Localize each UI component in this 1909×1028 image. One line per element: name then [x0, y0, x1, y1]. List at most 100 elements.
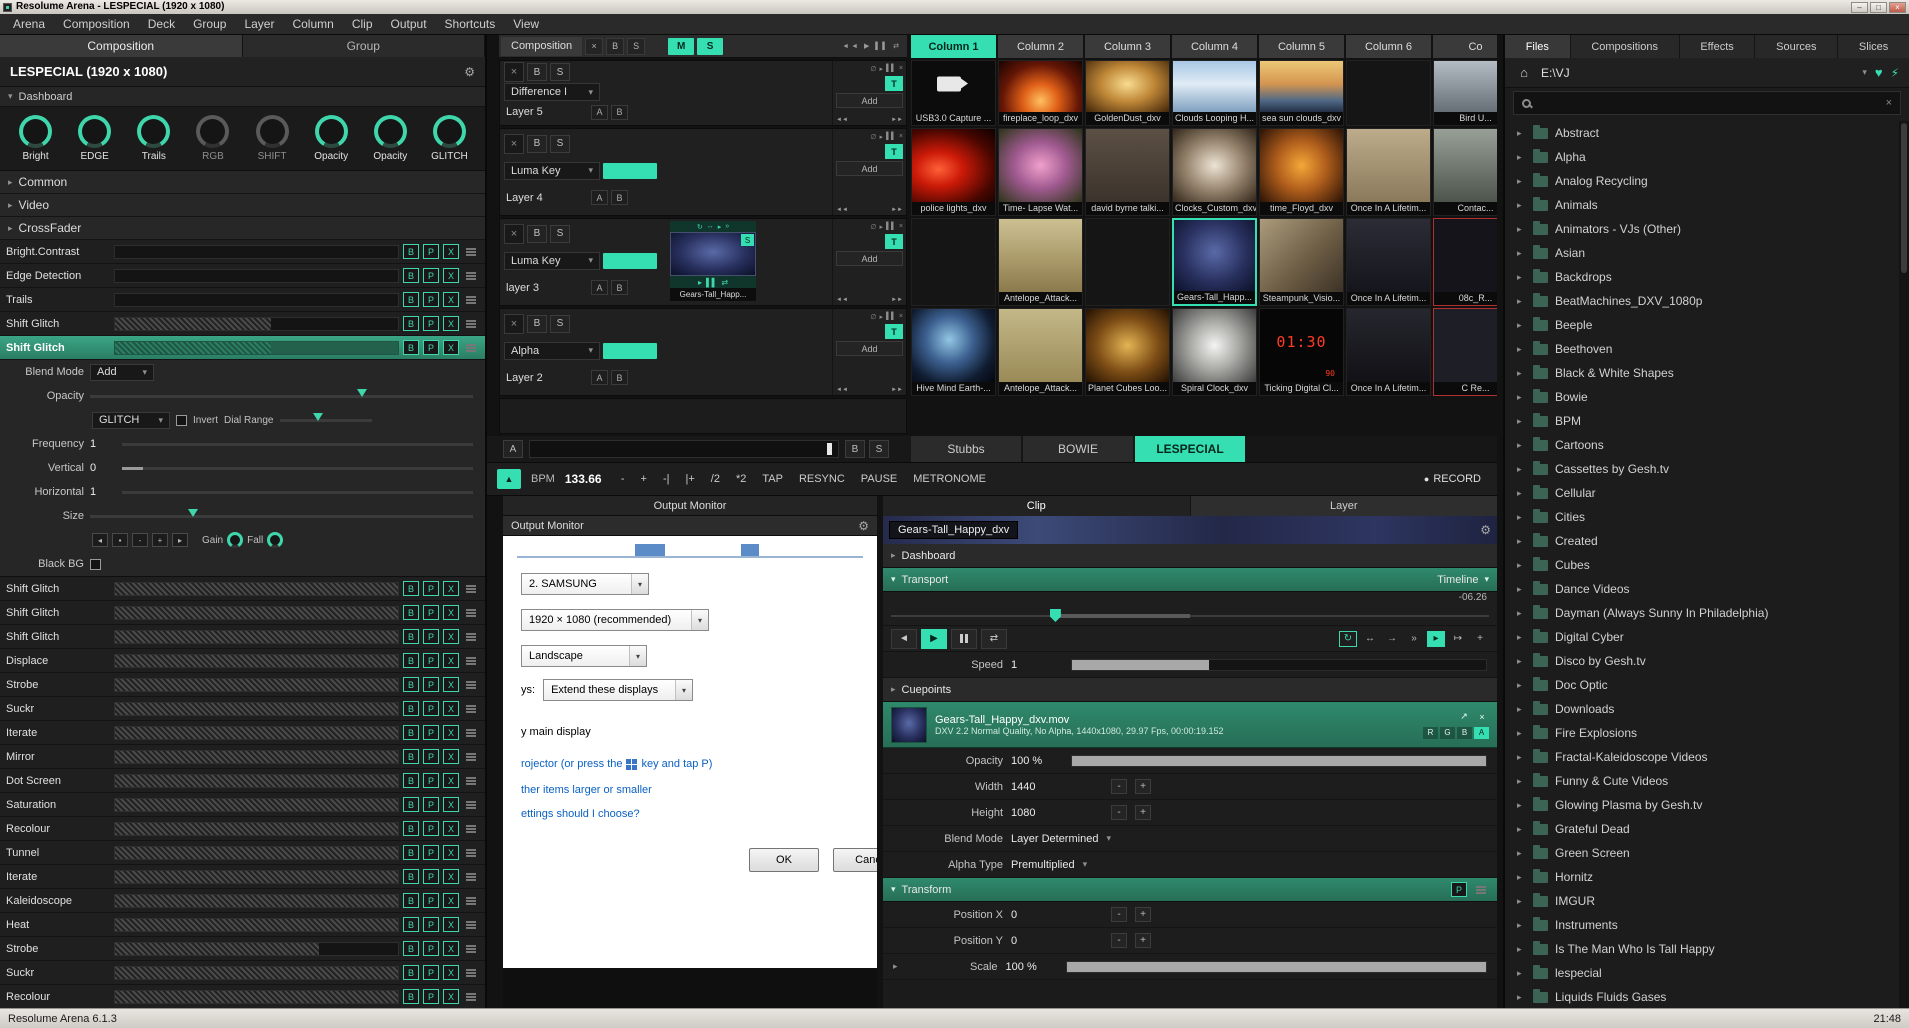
menu-icon[interactable]	[466, 588, 476, 590]
decrement-button[interactable]: -	[1111, 779, 1127, 794]
bpm-button[interactable]: *2	[736, 473, 746, 485]
pick-button[interactable]: P	[423, 893, 439, 908]
layer-name[interactable]: layer 3	[504, 282, 588, 294]
opacity-slider[interactable]	[1071, 755, 1487, 767]
clip-cell[interactable]: time_Floyd_dxv	[1259, 128, 1344, 216]
effect-slider[interactable]	[114, 245, 399, 259]
pick-button[interactable]: P	[423, 941, 439, 956]
effect-slider[interactable]	[114, 606, 399, 620]
effect-slider[interactable]	[114, 269, 399, 283]
column-header[interactable]: Column 3	[1085, 35, 1170, 58]
dashboard-knob[interactable]: RGB	[190, 115, 236, 162]
knob-dial[interactable]	[374, 115, 407, 148]
folder-row[interactable]: ▸ Cities	[1505, 505, 1899, 529]
pick-button[interactable]: P	[423, 340, 439, 355]
clip-cell[interactable]: 08c_R...	[1433, 218, 1497, 306]
add-clip-button[interactable]: Add	[836, 251, 903, 266]
minimize-button[interactable]: –	[1851, 2, 1868, 13]
loop-icon[interactable]: ↻	[1339, 631, 1357, 647]
bpm-button[interactable]: -	[621, 473, 625, 485]
bpm-button[interactable]: TAP	[762, 473, 783, 485]
folder-row[interactable]: ▸ Cassettes by Gesh.tv	[1505, 457, 1899, 481]
active-clip-preview[interactable]: ↻↔▸» S ▸▌▌⇄ Gears-Tall_Happ...	[670, 221, 756, 303]
chevron-right-icon[interactable]: ▸	[1517, 368, 1529, 379]
clip-cell[interactable]: police lights_dxv	[911, 128, 996, 216]
effect-row[interactable]: Bright.Contrast B P X	[0, 240, 485, 264]
bypass-button[interactable]: B	[403, 773, 419, 788]
opacity-value[interactable]: 100 %	[1011, 755, 1063, 767]
menu-item[interactable]: Clip	[343, 14, 382, 34]
folder-row[interactable]: ▸ Cartoons	[1505, 433, 1899, 457]
bypass-button[interactable]: B	[403, 989, 419, 1004]
pick-button[interactable]: P	[423, 677, 439, 692]
chevron-right-icon[interactable]: ▸	[1517, 608, 1529, 619]
resolution-select[interactable]: 1920 × 1080 (recommended)▾	[521, 609, 709, 631]
remove-button[interactable]: X	[443, 316, 459, 331]
menu-item[interactable]: Shortcuts	[436, 14, 505, 34]
folder-row[interactable]: ▸ Created	[1505, 529, 1899, 553]
layer-mini-icons[interactable]: ∅▸▌▌×	[836, 131, 903, 142]
solo-composition-button[interactable]: S	[627, 38, 645, 55]
heart-icon[interactable]: ♥	[1875, 65, 1883, 80]
chevron-right-icon[interactable]: ▸	[1517, 320, 1529, 331]
clip-cell[interactable]: Hive Mind Earth-...	[911, 308, 996, 396]
skip-icons[interactable]: ◄◄►►	[836, 207, 903, 213]
effect-row[interactable]: Suckr B P X	[0, 697, 485, 721]
layer-name[interactable]: Layer 4	[504, 192, 588, 204]
folder-row[interactable]: ▸ Asian	[1505, 241, 1899, 265]
pick-button[interactable]: P	[423, 653, 439, 668]
solo-layer-button[interactable]: S	[550, 315, 570, 333]
bypass-button[interactable]: B	[403, 340, 419, 355]
bypass-button[interactable]: B	[403, 725, 419, 740]
bpm-button[interactable]: RESYNC	[799, 473, 845, 485]
folder-row[interactable]: ▸ Funny & Cute Videos	[1505, 769, 1899, 793]
increment-button[interactable]: +	[1135, 907, 1151, 922]
solo-layer-button[interactable]: S	[550, 63, 570, 81]
dashboard-knob[interactable]: Bright	[13, 115, 59, 162]
close-icon[interactable]: ×	[585, 38, 603, 55]
folder-row[interactable]: ▸ Animals	[1505, 193, 1899, 217]
clip-cell[interactable]: Steampunk_Visio...	[1259, 218, 1344, 306]
bypass-button[interactable]: B	[403, 845, 419, 860]
chevron-right-icon[interactable]: ▸	[1517, 824, 1529, 835]
knob-dial[interactable]	[196, 115, 229, 148]
knob-dial[interactable]	[433, 115, 466, 148]
clip-cell[interactable]: david byrne talki...	[1085, 128, 1170, 216]
clip-cell[interactable]: Time- Lapse Wat...	[998, 128, 1083, 216]
menu-item[interactable]: Group	[184, 14, 235, 34]
bpm-button[interactable]: |+	[685, 473, 694, 485]
vertical-slider[interactable]	[122, 467, 473, 470]
effect-slider[interactable]	[114, 798, 399, 812]
clip-loop-icons[interactable]: ↻↔▸»	[670, 221, 756, 232]
menu-icon[interactable]	[466, 876, 476, 878]
bypass-button[interactable]: B	[403, 268, 419, 283]
add-clip-button[interactable]: Add	[836, 93, 903, 108]
close-button[interactable]: ×	[1889, 2, 1906, 13]
layer-name[interactable]: Layer 5	[504, 106, 588, 118]
bpm-button[interactable]: METRONOME	[913, 473, 986, 485]
crossfader-s-button[interactable]: S	[869, 440, 889, 458]
pick-button[interactable]: P	[423, 797, 439, 812]
blend-mode-select[interactable]: Layer Determined ▾	[1011, 833, 1111, 845]
clip-cell[interactable]: Spiral Clock_dxv	[1172, 308, 1257, 396]
width-value[interactable]: 1440	[1011, 781, 1063, 793]
menu-icon[interactable]	[466, 684, 476, 686]
dashboard-knob[interactable]: SHIFT	[249, 115, 295, 162]
menu-icon[interactable]	[466, 780, 476, 782]
maximize-button[interactable]: □	[1870, 2, 1887, 13]
vertical-value[interactable]: 0	[90, 462, 116, 474]
effect-slider[interactable]	[114, 846, 399, 860]
column-header[interactable]: Column 2	[998, 35, 1083, 58]
bypass-button[interactable]: B	[403, 629, 419, 644]
effect-slider[interactable]	[114, 942, 399, 956]
bypass-layer-button[interactable]: B	[527, 225, 547, 243]
knob-dial[interactable]	[19, 115, 52, 148]
folder-row[interactable]: ▸ Analog Recycling	[1505, 169, 1899, 193]
pick-button[interactable]: P	[423, 821, 439, 836]
projector-link[interactable]: rojector (or press the key and tap P)	[521, 758, 712, 770]
menu-icon[interactable]	[1476, 889, 1486, 891]
multiple-displays-select[interactable]: Extend these displays▾	[543, 679, 693, 701]
chevron-right-icon[interactable]: ▸	[1517, 296, 1529, 307]
effect-slider[interactable]	[114, 990, 399, 1004]
panel-tab[interactable]: Clip	[883, 496, 1190, 516]
